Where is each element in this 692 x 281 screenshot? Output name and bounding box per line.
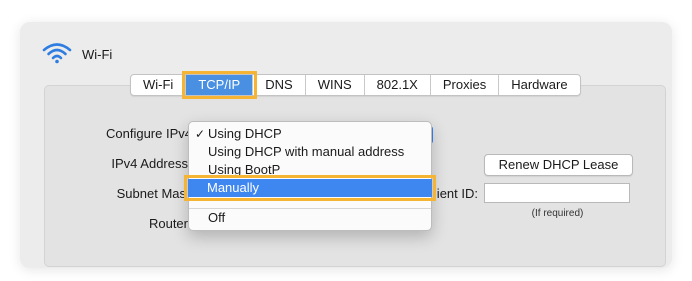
menu-item-manually[interactable]: Manually [184, 175, 436, 201]
client-id-hint: (If required) [531, 208, 584, 219]
tab-bar: Wi-Fi TCP/IP DNS WINS 802.1X Proxies Har… [130, 71, 581, 99]
tab-proxies[interactable]: Proxies [431, 75, 500, 95]
menu-item-off[interactable]: Off [189, 209, 431, 227]
router-label: Router [148, 216, 188, 231]
menu-item-using-dhcp-manual[interactable]: Using DHCP with manual address [189, 143, 431, 161]
window-header: Wi-Fi [42, 42, 112, 66]
menu-item-label: Manually [207, 180, 260, 195]
dhcp-client-id-input[interactable] [484, 183, 630, 203]
menu-item-label: Using DHCP with manual address [208, 144, 405, 159]
configure-ipv4-menu: ✓ Using DHCP Using DHCP with manual addr… [184, 121, 436, 231]
client-id-label: lient ID: [433, 186, 478, 201]
tab-8021x[interactable]: 802.1X [365, 75, 431, 95]
ipv4-address-label: IPv4 Address [111, 156, 188, 171]
subnet-mask-label: Subnet Mas [116, 186, 186, 201]
tab-wifi[interactable]: Wi-Fi [131, 75, 187, 95]
menu-item-label: Using DHCP [208, 126, 282, 141]
window-title: Wi-Fi [82, 46, 113, 62]
menu-item-label: Off [208, 210, 226, 225]
wifi-icon [42, 42, 72, 67]
tab-wins[interactable]: WINS [306, 75, 365, 95]
menu-item-using-bootp[interactable]: Using BootP [189, 161, 431, 179]
tab-hardware[interactable]: Hardware [499, 75, 579, 95]
tab-dns[interactable]: DNS [253, 75, 306, 95]
tab-tcpip[interactable]: TCP/IP [182, 71, 258, 99]
network-settings-panel: Wi-Fi Wi-Fi TCP/IP DNS WINS 802.1X Proxi… [20, 22, 672, 268]
menu-item-using-dhcp[interactable]: ✓ Using DHCP [189, 125, 431, 143]
menu-item-label: Using BootP [208, 162, 281, 177]
checkmark-icon: ✓ [195, 127, 206, 141]
configure-ipv4-label: Configure IPv4 [106, 126, 192, 141]
renew-dhcp-lease-button[interactable]: Renew DHCP Lease [484, 154, 633, 176]
